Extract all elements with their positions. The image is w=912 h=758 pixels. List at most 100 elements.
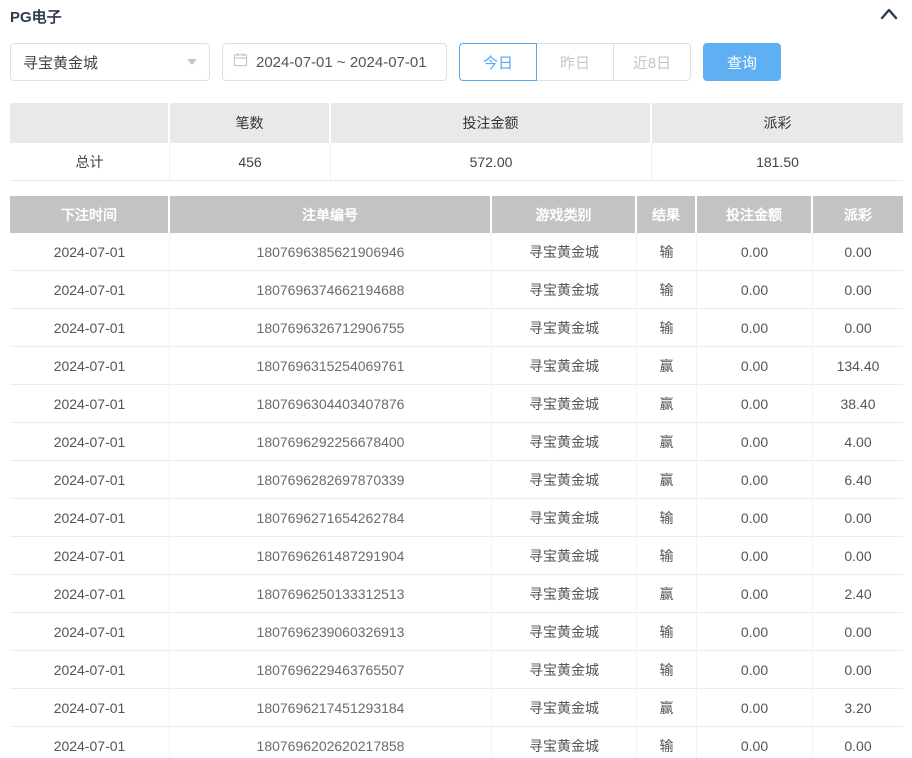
cell-bet-id: 1807696315254069761 [170,347,492,385]
date-range-picker[interactable]: 2024-07-01 ~ 2024-07-01 [222,43,447,81]
cell-bet-time: 2024-07-01 [10,271,170,309]
cell-result: 输 [637,271,697,309]
cell-result: 输 [637,233,697,271]
date-range-value: 2024-07-01 ~ 2024-07-01 [256,54,427,71]
cell-payout: 0.00 [813,537,903,575]
table-row: 2024-07-01 1807696374662194688 寻宝黄金城 输 0… [10,271,903,309]
cell-bet-amount: 0.00 [697,727,813,758]
cell-bet-id: 1807696326712906755 [170,309,492,347]
cell-bet-amount: 0.00 [697,271,813,309]
calendar-icon [233,52,248,72]
table-row: 2024-07-01 1807696217451293184 寻宝黄金城 赢 0… [10,689,903,727]
cell-payout: 0.00 [813,271,903,309]
cell-bet-id: 1807696239060326913 [170,613,492,651]
cell-payout: 0.00 [813,613,903,651]
pg-electronic-panel: PG电子 寻宝黄金城 2024-07-01 ~ 2024-07-01 今日 昨日… [0,0,912,758]
game-select[interactable]: 寻宝黄金城 [10,43,210,81]
cell-bet-id: 1807696217451293184 [170,689,492,727]
cell-bet-id: 1807696202620217858 [170,727,492,758]
cell-bet-id: 1807696261487291904 [170,537,492,575]
table-row: 2024-07-01 1807696315254069761 寻宝黄金城 赢 0… [10,347,903,385]
cell-bet-id: 1807696292256678400 [170,423,492,461]
cell-result: 输 [637,613,697,651]
cell-bet-time: 2024-07-01 [10,309,170,347]
summary-total-bet-amount: 572.00 [331,143,652,181]
cell-bet-amount: 0.00 [697,651,813,689]
col-header-bet-id: 注单编号 [170,196,492,233]
cell-bet-time: 2024-07-01 [10,613,170,651]
cell-bet-amount: 0.00 [697,385,813,423]
cell-game-type: 寻宝黄金城 [492,575,637,613]
filter-bar: 寻宝黄金城 2024-07-01 ~ 2024-07-01 今日 昨日 近8日 … [10,43,903,81]
cell-bet-amount: 0.00 [697,575,813,613]
summary-total-row: 总计 456 572.00 181.50 [10,143,903,181]
cell-result: 输 [637,727,697,758]
col-header-result: 结果 [637,196,697,233]
cell-bet-time: 2024-07-01 [10,727,170,758]
table-row: 2024-07-01 1807696229463765507 寻宝黄金城 输 0… [10,651,903,689]
col-header-payout: 派彩 [813,196,903,233]
cell-game-type: 寻宝黄金城 [492,309,637,347]
cell-result: 赢 [637,347,697,385]
table-row: 2024-07-01 1807696250133312513 寻宝黄金城 赢 0… [10,575,903,613]
table-row: 2024-07-01 1807696292256678400 寻宝黄金城 赢 0… [10,423,903,461]
table-row: 2024-07-01 1807696239060326913 寻宝黄金城 输 0… [10,613,903,651]
cell-payout: 134.40 [813,347,903,385]
cell-bet-time: 2024-07-01 [10,423,170,461]
cell-bet-amount: 0.00 [697,309,813,347]
cell-game-type: 寻宝黄金城 [492,423,637,461]
cell-result: 输 [637,537,697,575]
caret-down-icon [187,59,197,65]
cell-game-type: 寻宝黄金城 [492,347,637,385]
query-button[interactable]: 查询 [703,43,781,81]
summary-total-payout: 181.50 [652,143,903,181]
cell-game-type: 寻宝黄金城 [492,385,637,423]
table-row: 2024-07-01 1807696261487291904 寻宝黄金城 输 0… [10,537,903,575]
cell-bet-id: 1807696374662194688 [170,271,492,309]
cell-game-type: 寻宝黄金城 [492,499,637,537]
cell-game-type: 寻宝黄金城 [492,461,637,499]
cell-payout: 0.00 [813,651,903,689]
cell-bet-amount: 0.00 [697,537,813,575]
cell-bet-time: 2024-07-01 [10,499,170,537]
records-body: 2024-07-01 1807696385621906946 寻宝黄金城 输 0… [10,233,903,758]
cell-result: 赢 [637,689,697,727]
cell-game-type: 寻宝黄金城 [492,613,637,651]
table-row: 2024-07-01 1807696271654262784 寻宝黄金城 输 0… [10,499,903,537]
range-last8days-button[interactable]: 近8日 [613,43,691,81]
cell-bet-time: 2024-07-01 [10,537,170,575]
cell-result: 输 [637,309,697,347]
cell-bet-amount: 0.00 [697,347,813,385]
quick-range-group: 今日 昨日 近8日 [459,43,691,81]
cell-payout: 0.00 [813,499,903,537]
cell-game-type: 寻宝黄金城 [492,271,637,309]
table-row: 2024-07-01 1807696304403407876 寻宝黄金城 赢 0… [10,385,903,423]
cell-payout: 6.40 [813,461,903,499]
cell-payout: 4.00 [813,423,903,461]
cell-bet-time: 2024-07-01 [10,385,170,423]
cell-payout: 2.40 [813,575,903,613]
cell-result: 赢 [637,385,697,423]
table-row: 2024-07-01 1807696282697870339 寻宝黄金城 赢 0… [10,461,903,499]
col-header-bet-amount: 投注金额 [697,196,813,233]
cell-bet-time: 2024-07-01 [10,689,170,727]
range-today-button[interactable]: 今日 [459,43,537,81]
summary-header-bet-amount: 投注金额 [331,103,652,143]
collapse-toggle[interactable] [879,7,903,26]
summary-header-payout: 派彩 [652,103,903,143]
summary-header-blank [10,103,170,143]
cell-bet-amount: 0.00 [697,233,813,271]
cell-bet-time: 2024-07-01 [10,651,170,689]
summary-total-label: 总计 [10,143,170,181]
cell-result: 赢 [637,575,697,613]
cell-bet-id: 1807696250133312513 [170,575,492,613]
records-header-row: 下注时间 注单编号 游戏类别 结果 投注金额 派彩 [10,196,903,233]
cell-game-type: 寻宝黄金城 [492,233,637,271]
range-yesterday-button[interactable]: 昨日 [536,43,614,81]
cell-game-type: 寻宝黄金城 [492,651,637,689]
cell-result: 赢 [637,423,697,461]
chevron-up-icon [879,7,899,26]
cell-bet-amount: 0.00 [697,499,813,537]
cell-result: 输 [637,651,697,689]
cell-bet-id: 1807696385621906946 [170,233,492,271]
